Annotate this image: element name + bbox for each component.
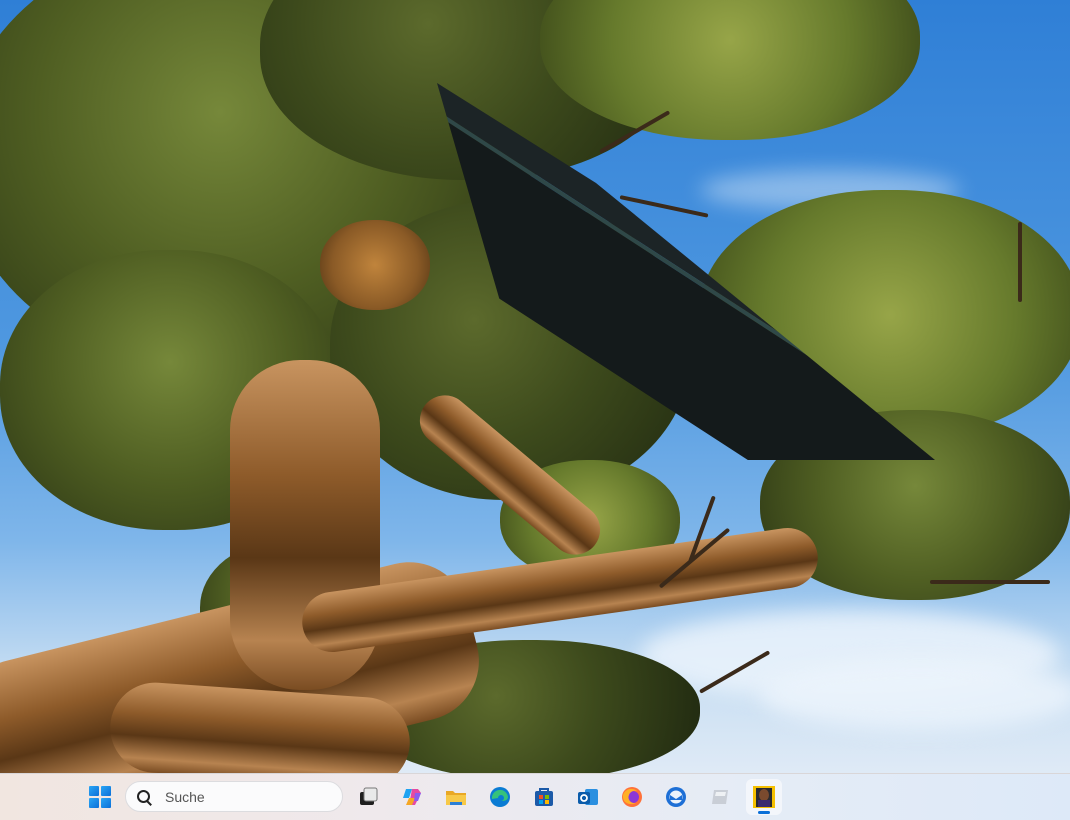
outlook-icon	[578, 789, 598, 805]
photo-icon	[753, 786, 775, 808]
store-icon	[535, 788, 553, 806]
app-icon	[712, 790, 728, 804]
search-box[interactable]	[125, 781, 343, 812]
desktop-wallpaper	[0, 0, 1070, 773]
microsoft-store-button[interactable]	[526, 779, 562, 815]
search-icon	[137, 789, 151, 804]
edge-button[interactable]	[482, 779, 518, 815]
folder-icon	[446, 791, 466, 805]
start-button[interactable]	[82, 779, 118, 815]
photo-viewer-button[interactable]	[746, 779, 782, 815]
copilot-button[interactable]	[394, 779, 430, 815]
glitched-window-fragment	[437, 83, 935, 460]
firefox-button[interactable]	[614, 779, 650, 815]
task-view-icon	[360, 787, 378, 805]
generic-app-button[interactable]	[702, 779, 738, 815]
thunderbird-button[interactable]	[658, 779, 694, 815]
thunderbird-icon	[666, 787, 686, 807]
file-explorer-button[interactable]	[438, 779, 474, 815]
taskbar	[0, 773, 1070, 820]
windows-logo-icon	[89, 786, 111, 808]
copilot-icon	[403, 789, 421, 805]
outlook-button[interactable]	[570, 779, 606, 815]
firefox-icon	[622, 787, 642, 807]
edge-icon	[490, 787, 510, 807]
search-input[interactable]	[163, 787, 327, 806]
task-view-button[interactable]	[350, 779, 386, 815]
